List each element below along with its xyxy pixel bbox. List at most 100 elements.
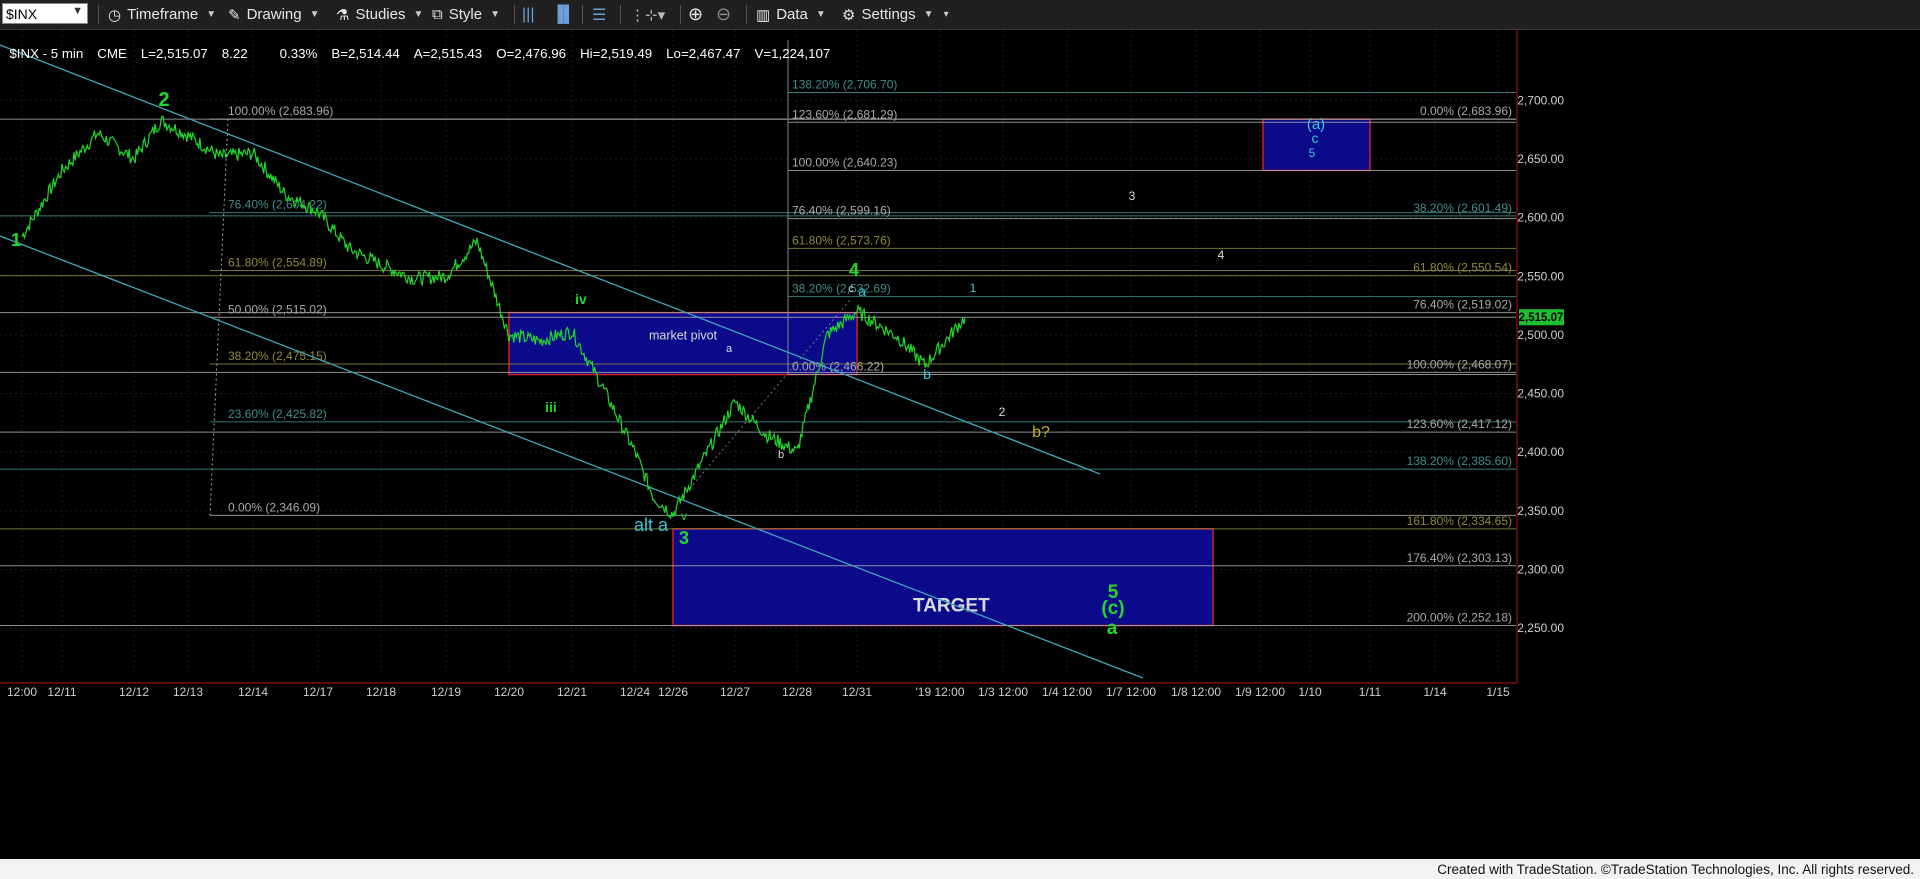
symbol-selector[interactable]: $INX ▼ bbox=[2, 3, 88, 24]
fib-level-label: 0.00% (2,346.09) bbox=[228, 500, 320, 514]
style-icon: ⧉ bbox=[432, 6, 443, 23]
quote-open: O=2,476.96 bbox=[496, 46, 567, 61]
drawing-label: Drawing bbox=[246, 6, 302, 23]
quote-ask: A=2,515.43 bbox=[413, 46, 483, 61]
wave-label: iii bbox=[545, 399, 557, 415]
wave-label: 3 bbox=[679, 528, 689, 548]
data-label: Data bbox=[776, 6, 808, 23]
quote-last: L=2,515.07 bbox=[140, 46, 208, 61]
y-tick-label: 2,250.00 bbox=[1517, 621, 1564, 635]
x-tick-label: 12/19 bbox=[431, 685, 461, 699]
quote-high: Hi=2,519.49 bbox=[580, 46, 653, 61]
chart-toolbar: $INX ▼ ◷ Timeframe ▼ ✎ Drawing ▼ ⚗ Studi… bbox=[0, 0, 1920, 30]
wave-label: c bbox=[848, 283, 854, 295]
y-tick-label: 2,600.00 bbox=[1517, 211, 1564, 225]
pencil-icon: ✎ bbox=[228, 6, 241, 24]
wave-label: c bbox=[1312, 130, 1319, 146]
cursor-icon[interactable]: ⋮⊹▾ bbox=[630, 0, 665, 29]
wave-label: (c) bbox=[1101, 598, 1124, 619]
wave-label: 2 bbox=[158, 89, 169, 111]
x-tick-label: 1/7 12:00 bbox=[1106, 685, 1156, 699]
fib-level-label: 138.20% (2,706.70) bbox=[792, 78, 897, 92]
compress-icon[interactable]: ▐▌ bbox=[552, 0, 575, 29]
wave-label: alt a bbox=[634, 515, 669, 535]
fib-level-label: 123.60% (2,417.12) bbox=[1407, 417, 1512, 431]
fib-level-label: 50.00% (2,515.02) bbox=[228, 302, 327, 316]
wave-label: 4 bbox=[1218, 248, 1225, 262]
fib-level-label: 161.80% (2,334.65) bbox=[1407, 514, 1512, 528]
bar-spacing-icon[interactable]: ||| bbox=[522, 0, 534, 29]
wave-label: a bbox=[858, 283, 866, 299]
copyright-notice: Created with TradeStation. ©TradeStation… bbox=[1437, 862, 1914, 877]
wave-label: b bbox=[778, 449, 784, 461]
layout-icon[interactable]: ☰ bbox=[592, 0, 606, 29]
quote-low: Lo=2,467.47 bbox=[666, 46, 741, 61]
wave-label: b bbox=[923, 366, 931, 382]
x-tick-label: 1/15 bbox=[1486, 685, 1510, 699]
x-tick-label: 12/28 bbox=[782, 685, 812, 699]
bar-chart-icon: ▥ bbox=[756, 6, 771, 24]
y-tick-label: 2,650.00 bbox=[1517, 152, 1564, 166]
timeframe-menu[interactable]: ◷ Timeframe ▼ bbox=[108, 0, 216, 29]
x-tick-label: 12/14 bbox=[238, 685, 268, 699]
settings-label: Settings bbox=[861, 6, 916, 23]
toolbar-divider bbox=[620, 5, 621, 24]
quote-bar: $INX - 5 min CME L=2,515.07 8.22 0.33% B=2,51… bbox=[2, 31, 844, 61]
fib-level-label: 200.00% (2,252.18) bbox=[1407, 611, 1512, 625]
quote-change: 8.22 bbox=[221, 46, 248, 61]
quote-exchange: CME bbox=[97, 46, 127, 61]
y-tick-label: 2,450.00 bbox=[1517, 387, 1564, 401]
zoom-out-icon[interactable]: ⊖ bbox=[716, 0, 731, 29]
fib-level-label: 138.20% (2,385.60) bbox=[1407, 454, 1512, 468]
market-pivot-label: market pivot bbox=[649, 329, 718, 343]
symbol-value: $INX bbox=[6, 6, 38, 22]
x-tick-label: 12/20 bbox=[494, 685, 524, 699]
x-tick-label: 12/12 bbox=[119, 685, 149, 699]
quote-volume: V=1,224,107 bbox=[754, 46, 831, 61]
timeframe-label: Timeframe bbox=[127, 6, 199, 23]
x-tick-label: 1/9 12:00 bbox=[1235, 685, 1285, 699]
fib-level-label: 176.40% (2,303.13) bbox=[1407, 551, 1512, 565]
drawing-menu[interactable]: ✎ Drawing ▼ bbox=[228, 0, 320, 29]
x-tick-label: 1/8 12:00 bbox=[1171, 685, 1221, 699]
caret-down-icon: ▼ bbox=[490, 9, 500, 20]
target-label: TARGET bbox=[913, 596, 990, 617]
wave-label: b? bbox=[1032, 424, 1050, 441]
fib-level-label: 38.20% (2,601.49) bbox=[1413, 201, 1512, 215]
y-tick-label: 2,400.00 bbox=[1517, 445, 1564, 459]
wave-label: a bbox=[1107, 618, 1118, 639]
caret-down-icon: ▼ bbox=[309, 9, 320, 20]
toolbar-divider bbox=[746, 5, 747, 24]
x-tick-label: 1/4 12:00 bbox=[1042, 685, 1092, 699]
caret-down-icon: ▼ bbox=[815, 9, 826, 20]
x-tick-label: 12/31 bbox=[842, 685, 872, 699]
toolbar-divider bbox=[582, 5, 583, 24]
x-tick-label: 12/27 bbox=[720, 685, 750, 699]
fib-level-label: 61.80% (2,554.89) bbox=[228, 256, 327, 270]
wave-label: 3 bbox=[1129, 189, 1136, 203]
wave-label: v bbox=[681, 509, 687, 523]
settings-menu[interactable]: ⚙ Settings ▼ ▾ bbox=[842, 0, 949, 29]
price-chart[interactable]: market pivot TARGET 100.00% (2,683.96) 76.… bbox=[0, 0, 1920, 879]
zoom-in-icon[interactable]: ⊕ bbox=[688, 0, 703, 29]
x-tick-label: 12/26 bbox=[658, 685, 688, 699]
quote-symbol: $INX - 5 min bbox=[9, 46, 84, 61]
fib-level-label: 23.60% (2,425.82) bbox=[228, 407, 327, 421]
fib-level-label: 100.00% (2,640.23) bbox=[792, 155, 897, 169]
wave-label: iv bbox=[575, 291, 587, 307]
wave-label: 1 bbox=[11, 230, 21, 250]
chevron-down-icon: ▼ bbox=[72, 5, 83, 17]
studies-menu[interactable]: ⚗ Studies ▼ bbox=[336, 0, 423, 29]
fib-level-label: 0.00% (2,683.96) bbox=[1420, 104, 1512, 118]
studies-label: Studies bbox=[355, 6, 406, 23]
fib-level-label: 61.80% (2,550.54) bbox=[1413, 261, 1512, 275]
fib-level-label: 61.80% (2,573.76) bbox=[792, 233, 891, 247]
last-price-value: 2,515.07 bbox=[1519, 312, 1564, 324]
x-tick-label: 12/13 bbox=[173, 685, 203, 699]
style-menu[interactable]: ⧉ Style ▼ bbox=[432, 0, 500, 29]
data-menu[interactable]: ▥ Data ▼ bbox=[756, 0, 826, 29]
x-tick-label: 12/21 bbox=[557, 685, 587, 699]
wave-label: a bbox=[726, 343, 733, 355]
toolbar-divider bbox=[680, 5, 681, 24]
x-tick-label: 1/11 bbox=[1359, 685, 1382, 699]
